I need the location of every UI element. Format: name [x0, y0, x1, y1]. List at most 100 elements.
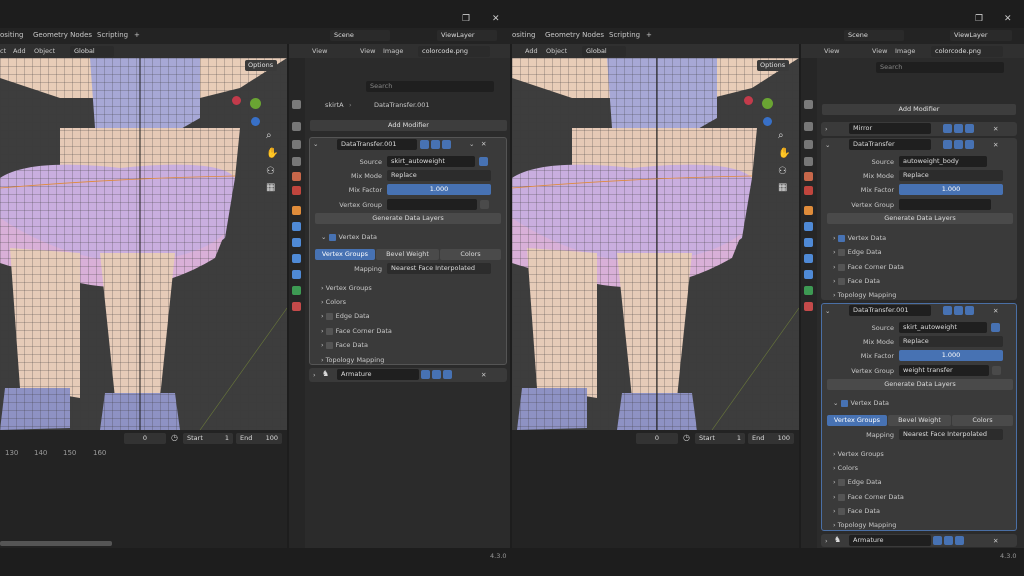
- armature-name-field[interactable]: Armature: [337, 369, 419, 380]
- modifier-tab-icon-r[interactable]: [804, 222, 813, 231]
- zoom-icon[interactable]: ⌕: [266, 130, 272, 141]
- dt1-sub-face-data[interactable]: › Face Data: [833, 277, 880, 285]
- material-tab-icon[interactable]: [292, 302, 301, 311]
- subpanel-topology-mapping[interactable]: › Topology Mapping: [321, 356, 384, 364]
- dt2-remove-icon[interactable]: ✕: [993, 307, 998, 315]
- add-workspace-button-r[interactable]: +: [646, 31, 652, 39]
- window-restore-icon[interactable]: ❐: [462, 14, 470, 24]
- constraints-tab-icon-r[interactable]: [804, 270, 813, 279]
- mirror-remove-icon[interactable]: ✕: [993, 125, 998, 133]
- window-restore-icon-r[interactable]: ❐: [975, 14, 983, 24]
- grid-view-icon[interactable]: ▦: [266, 182, 275, 193]
- dropdown-icon[interactable]: ⌄: [469, 140, 474, 148]
- subpanel-face-data[interactable]: › Face Data: [321, 341, 368, 349]
- menu-view-2-r[interactable]: View: [872, 47, 887, 55]
- dt1-sub-edge-data[interactable]: › Edge Data: [833, 248, 882, 256]
- physics-tab-icon[interactable]: [292, 254, 301, 263]
- dt2-view-icon[interactable]: [954, 306, 963, 315]
- object-tab-icon-r[interactable]: [804, 206, 813, 215]
- dt2-generate-button[interactable]: Generate Data Layers: [827, 379, 1013, 390]
- armature-view-icon-r[interactable]: [944, 536, 953, 545]
- viewlayer-selector-r[interactable]: ViewLayer: [950, 30, 1012, 41]
- expand-chevron-icon[interactable]: ›: [825, 125, 828, 133]
- dt1-view-icon[interactable]: [954, 140, 963, 149]
- physics-tab-icon-r[interactable]: [804, 254, 813, 263]
- eyedropper-icon[interactable]: [479, 157, 488, 166]
- subpanel-edge-data[interactable]: › Edge Data: [321, 312, 370, 320]
- scene-tab-icon-r[interactable]: [804, 172, 813, 181]
- mixfactor-slider[interactable]: 1.000: [387, 184, 491, 195]
- viewport-display-icon[interactable]: [431, 140, 440, 149]
- armature-name-field-r[interactable]: Armature: [849, 535, 931, 546]
- tab-geometry-nodes-r[interactable]: Geometry Nodes: [545, 31, 604, 39]
- scene-selector[interactable]: Scene: [330, 30, 390, 41]
- modifier-name-field[interactable]: DataTransfer.001: [337, 139, 417, 150]
- dt2-seg-bevel-weight[interactable]: Bevel Weight: [888, 415, 951, 426]
- current-frame-field[interactable]: 0: [124, 433, 166, 444]
- dt1-remove-icon[interactable]: ✕: [993, 141, 998, 149]
- dt1-vgroup-field[interactable]: [899, 199, 991, 210]
- scene-selector-r[interactable]: Scene: [844, 30, 904, 41]
- tab-scripting[interactable]: Scripting: [97, 31, 128, 39]
- dt2-sub-colors[interactable]: › Colors: [833, 464, 858, 472]
- scene-tab-icon[interactable]: [292, 172, 301, 181]
- add-modifier-button-r[interactable]: Add Modifier: [822, 104, 1016, 115]
- grid-view-icon-r[interactable]: ▦: [778, 182, 787, 193]
- mixmode-select[interactable]: Replace: [387, 170, 491, 181]
- add-workspace-button[interactable]: +: [134, 31, 140, 39]
- render-icon[interactable]: [442, 140, 451, 149]
- armature-remove-icon[interactable]: ✕: [481, 371, 486, 379]
- dt2-sub-edge-data[interactable]: › Edge Data: [833, 478, 882, 486]
- output-tab-icon-r[interactable]: [804, 140, 813, 149]
- mirror-name-field[interactable]: Mirror: [849, 123, 931, 134]
- vp-menu-add-r[interactable]: Add: [525, 47, 538, 55]
- dt2-edit-icon[interactable]: [943, 306, 952, 315]
- dt2-seg-colors[interactable]: Colors: [952, 415, 1013, 426]
- image-selector-r[interactable]: colorcode.png: [931, 46, 1003, 57]
- armature-remove-icon-r[interactable]: ✕: [993, 537, 998, 545]
- tool-tab-icon-r[interactable]: [804, 100, 813, 109]
- armature-view-icon[interactable]: [432, 370, 441, 379]
- dt2-seg-vertex-groups[interactable]: Vertex Groups: [827, 415, 887, 426]
- mirror-view-icon[interactable]: [954, 124, 963, 133]
- vgroup-field[interactable]: [387, 199, 477, 210]
- axis-y-icon[interactable]: [250, 98, 261, 109]
- tab-compositing[interactable]: ositing: [0, 31, 23, 39]
- breadcrumb-object[interactable]: skirtA: [325, 101, 344, 109]
- collapse-chevron-icon[interactable]: ⌄: [825, 307, 830, 315]
- axis-x-icon-r[interactable]: [744, 96, 753, 105]
- tab-geometry-nodes[interactable]: Geometry Nodes: [33, 31, 92, 39]
- dt1-mixfactor-slider[interactable]: 1.000: [899, 184, 1003, 195]
- tab-scripting-r[interactable]: Scripting: [609, 31, 640, 39]
- window-close-icon-r[interactable]: ✕: [1004, 14, 1012, 24]
- breadcrumb-modifier[interactable]: DataTransfer.001: [374, 101, 430, 109]
- menu-image-r[interactable]: Image: [895, 47, 915, 55]
- dt2-sub-vertex-groups[interactable]: › Vertex Groups: [833, 450, 884, 458]
- data-tab-icon[interactable]: [292, 286, 301, 295]
- start-frame-field-r[interactable]: Start 1: [695, 433, 745, 444]
- constraints-tab-icon[interactable]: [292, 270, 301, 279]
- collapse-chevron-icon[interactable]: ⌄: [825, 141, 830, 149]
- menu-view-r[interactable]: View: [824, 47, 839, 55]
- world-tab-icon[interactable]: [292, 186, 301, 195]
- timeline-scrollbar[interactable]: [0, 541, 112, 546]
- axis-z-icon-r[interactable]: [763, 117, 772, 126]
- collapse-chevron-icon[interactable]: ⌄: [313, 140, 318, 148]
- render-tab-icon-r[interactable]: [804, 122, 813, 131]
- viewlayer-selector[interactable]: ViewLayer: [437, 30, 497, 41]
- invert-icon[interactable]: [480, 200, 489, 209]
- timeline-right[interactable]: [512, 430, 799, 548]
- viewport-3d-right[interactable]: [512, 58, 799, 430]
- dt2-mapping-select[interactable]: Nearest Face Interpolated: [899, 429, 1003, 440]
- dt2-vgroup-field[interactable]: weight transfer: [899, 365, 989, 376]
- menu-image[interactable]: Image: [383, 47, 403, 55]
- mirror-render-icon[interactable]: [965, 124, 974, 133]
- modifier-tab-icon[interactable]: [292, 222, 301, 231]
- edit-mode-icon[interactable]: [420, 140, 429, 149]
- source-field[interactable]: skirt_autoweight: [387, 156, 475, 167]
- current-frame-field-r[interactable]: 0: [636, 433, 678, 444]
- particles-tab-icon-r[interactable]: [804, 238, 813, 247]
- properties-search[interactable]: Search: [366, 81, 494, 92]
- dt1-sub-vertex-data[interactable]: › Vertex Data: [833, 234, 886, 242]
- camera-icon-r[interactable]: ⚇: [778, 166, 787, 177]
